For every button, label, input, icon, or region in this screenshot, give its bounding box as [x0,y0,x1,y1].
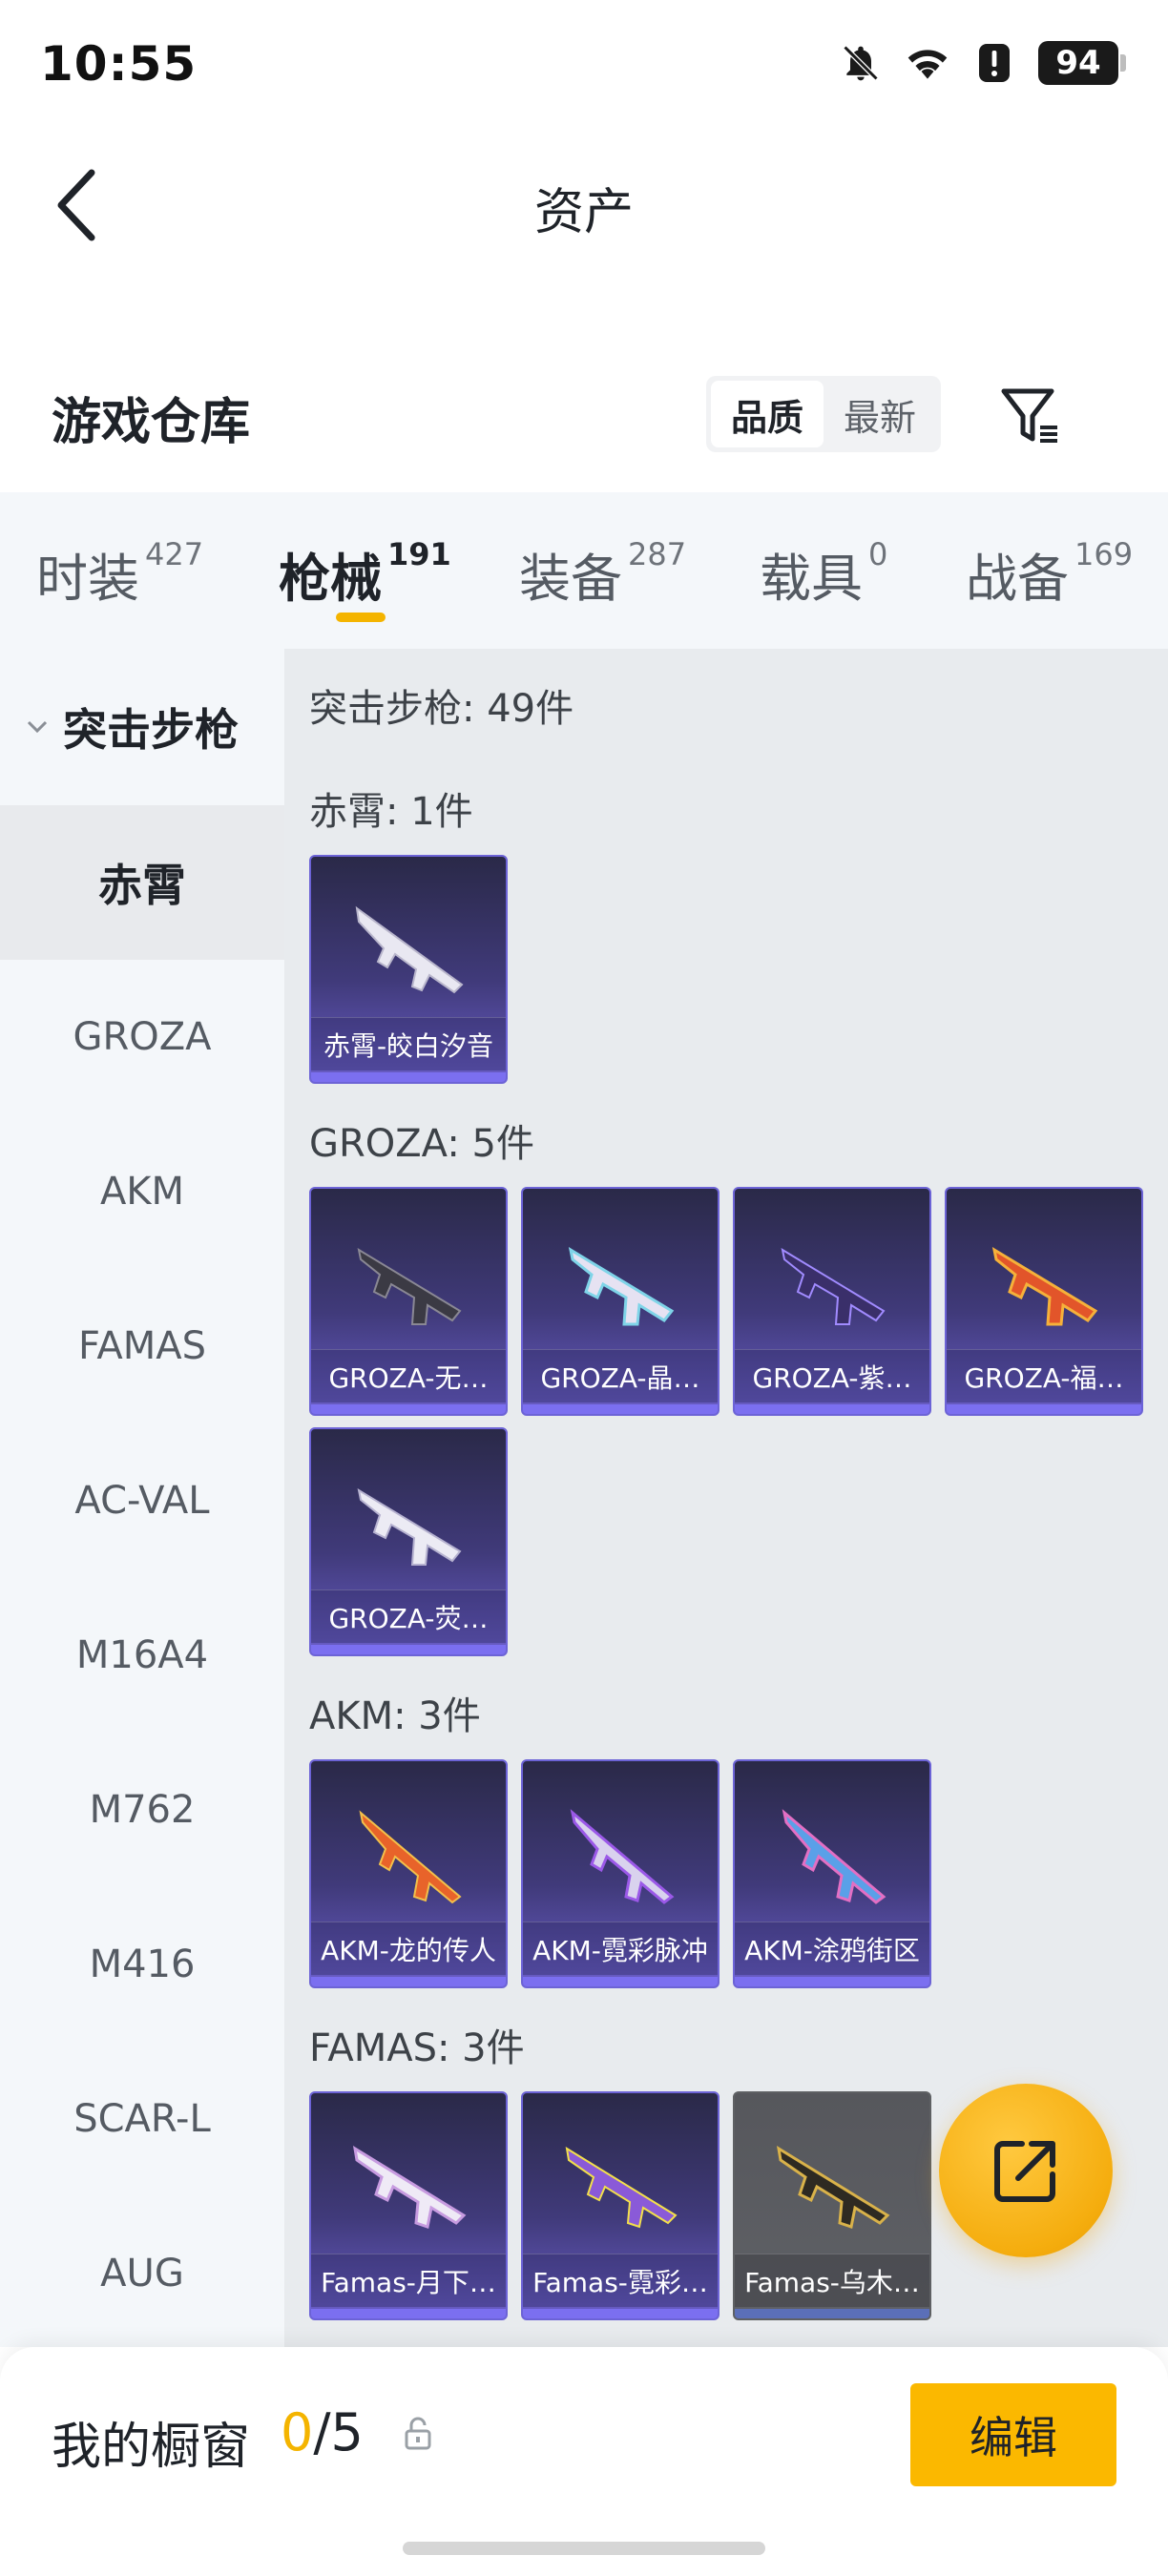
sidebar-item-m416[interactable]: M416 [0,1887,284,2042]
sidebar-item-famas[interactable]: FAMAS [0,1269,284,1423]
bell-muted-icon [838,40,884,86]
filter-icon [1001,388,1057,443]
weapon-sidebar: 突击步枪 赤霄 GROZA AKM FAMAS AC-VAL M16A4 M76… [0,649,284,2347]
alert-icon [971,40,1017,86]
weapon-card[interactable]: AKM-龙的传人 [309,1759,508,1988]
section-header: FAMAS: 3件 [309,2026,525,2070]
status-time: 10:55 [40,36,198,92]
status-bar: 10:55 94 [0,0,1168,134]
weapon-card[interactable]: Famas-乌木… [733,2091,931,2320]
sidebar-group-assault-rifles[interactable]: 突击步枪 [0,649,284,805]
rifle-image [570,1809,675,1904]
rifle-image [991,1246,1098,1326]
page-title: 资产 [533,184,634,241]
sort-toggle: 品质 最新 [706,376,941,452]
weapon-card[interactable]: 赤霄-皎白汐音 [309,855,508,1084]
battery-icon: 94 [1038,41,1126,85]
status-icons: 94 [838,40,1126,86]
rifle-image [781,1247,886,1325]
section-header: 赤霄: 1件 [309,790,473,834]
tab-fashion[interactable]: 时装 427 [36,536,203,612]
sidebar-item-m16a4[interactable]: M16A4 [0,1578,284,1733]
filter-button[interactable] [996,382,1065,450]
tab-equipment[interactable]: 装备 287 [519,536,686,612]
weapon-card[interactable]: AKM-霓彩脉冲 [521,1759,720,1988]
sort-quality-button[interactable]: 品质 [711,381,824,447]
sort-latest-button[interactable]: 最新 [824,381,936,447]
weapon-card[interactable]: GROZA-无… [309,1187,508,1416]
rifle-image [352,2145,467,2229]
rifle-image [357,1487,462,1566]
category-tabs: 时装 427 枪械 191 装备 287 载具 0 战备 169 [0,492,1168,649]
rifle-image [568,1246,675,1326]
weapon-card[interactable]: Famas-月下… [309,2091,508,2320]
weapon-card[interactable]: GROZA-福… [945,1187,1143,1416]
weapon-card[interactable]: Famas-霓彩… [521,2091,720,2320]
tab-firearms[interactable]: 枪械 191 [279,536,451,612]
rifle-image [355,905,464,994]
battery-level: 94 [1038,41,1118,85]
rifle-image [565,2146,678,2229]
showcase-bar: 我的橱窗 0/5 编辑 [0,2347,1168,2576]
section-header: GROZA: 5件 [309,1122,534,1166]
tab-vehicles[interactable]: 载具 0 [760,536,887,612]
sidebar-item-ac-val[interactable]: AC-VAL [0,1423,284,1578]
lock-icon [399,2412,437,2454]
sidebar-item-chixiao[interactable]: 赤霄 [0,805,284,960]
section-header: AKM: 3件 [309,1694,481,1738]
rifle-image [776,2145,890,2229]
share-button[interactable] [939,2084,1113,2257]
weapon-card[interactable]: GROZA-荧… [309,1427,508,1656]
total-count-header: 突击步枪: 49件 [309,687,574,731]
warehouse-title: 游戏仓库 [52,394,251,451]
sidebar-item-m762[interactable]: M762 [0,1733,284,1887]
active-tab-indicator [336,613,386,622]
weapon-card[interactable]: GROZA-紫… [733,1187,931,1416]
weapon-card[interactable]: AKM-涂鸦街区 [733,1759,931,1988]
sidebar-item-groza[interactable]: GROZA [0,960,284,1114]
expand-down-icon [27,720,48,734]
wifi-icon [905,40,950,86]
rifle-image [782,1809,886,1904]
tab-gear[interactable]: 战备 169 [966,536,1133,612]
edit-button[interactable]: 编辑 [910,2383,1116,2486]
share-icon [994,2141,1055,2202]
rifle-image [357,1247,462,1325]
sidebar-item-scar-l[interactable]: SCAR-L [0,2042,284,2196]
app-header: 资产 [0,134,1168,277]
showcase-label: 我的橱窗 [52,2419,251,2476]
weapon-card[interactable]: GROZA-晶… [521,1187,720,1416]
showcase-count: 0/5 [281,2402,364,2462]
rifle-image [359,1810,462,1904]
home-indicator[interactable] [403,2542,765,2555]
sidebar-item-akm[interactable]: AKM [0,1114,284,1269]
sidebar-item-aug[interactable]: AUG [0,2196,284,2351]
